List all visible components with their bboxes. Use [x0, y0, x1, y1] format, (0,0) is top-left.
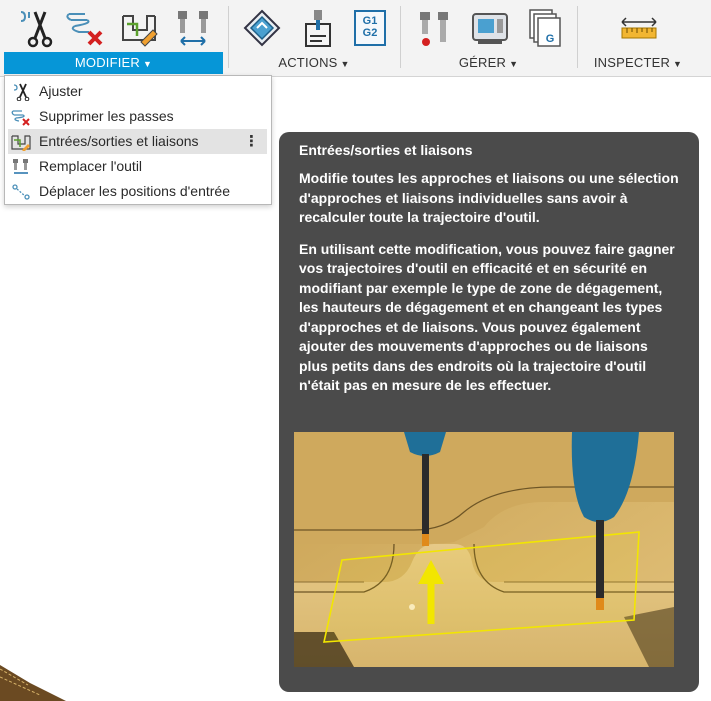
- caret-down-icon: ▼: [673, 59, 683, 69]
- tooltip-paragraph: Modifie toutes les approches et liaisons…: [299, 170, 679, 225]
- menu-item-replace-tool[interactable]: Remplacer l'outil: [8, 154, 267, 179]
- nc-program-button[interactable]: G1 G2: [349, 6, 391, 50]
- replace-tool-icon: [13, 159, 28, 174]
- ribbon-toolbar: MODIFIER ▼ G1 G2 ACTIONS ▼ G GÉRER ▼ INS…: [0, 0, 711, 77]
- modifier-dropdown[interactable]: MODIFIER ▼: [4, 52, 223, 74]
- nc-line-1: G1: [362, 15, 378, 27]
- edit-links-icon: [11, 135, 31, 151]
- delete-passes-icon: [11, 110, 30, 126]
- nc-program-text: G1 G2: [349, 15, 391, 39]
- menu-item-edit-links[interactable]: Entrées/sorties et liaisons ⋮: [8, 129, 267, 154]
- modifier-label: MODIFIER: [74, 55, 141, 70]
- caret-down-icon: ▼: [143, 59, 153, 69]
- menu-item-label: Ajuster: [39, 83, 83, 99]
- manage-dropdown[interactable]: GÉRER ▼: [401, 52, 576, 74]
- actions-label: ACTIONS: [278, 55, 338, 70]
- more-options-icon[interactable]: ⋮: [244, 129, 259, 154]
- post-process-button[interactable]: [241, 6, 283, 50]
- setup-sheet-button[interactable]: [297, 6, 339, 50]
- inspect-group: INSPECTER ▼: [578, 0, 698, 76]
- edit-links-icon: [122, 15, 158, 47]
- tooltip-panel: Entrées/sorties et liaisons Modifie tout…: [279, 132, 699, 692]
- measure-icon: [621, 17, 657, 39]
- replace-tool-button[interactable]: [172, 6, 214, 50]
- machine-library-icon: [472, 13, 508, 44]
- tooltip-illustration: [294, 432, 674, 667]
- replace-tool-icon: [178, 11, 208, 46]
- tooltip-title: Entrées/sorties et liaisons: [299, 142, 473, 158]
- menu-item-label: Supprimer les passes: [39, 108, 174, 124]
- tooltip-paragraph: En utilisant cette modification, vous po…: [299, 240, 675, 394]
- measure-button[interactable]: [618, 6, 660, 50]
- templates-text: G: [545, 33, 555, 45]
- templates-button[interactable]: G: [523, 6, 565, 50]
- setup-sheet-icon: [305, 10, 331, 47]
- trim-icon: [13, 83, 30, 101]
- caret-down-icon: ▼: [340, 59, 350, 69]
- menu-item-label: Entrées/sorties et liaisons: [39, 133, 199, 149]
- toolpath-illustration: [294, 432, 674, 667]
- nc-line-2: G2: [362, 27, 378, 39]
- manage-group: G GÉRER ▼: [401, 0, 576, 76]
- inspect-label: INSPECTER: [593, 55, 671, 70]
- tool-library-button[interactable]: [415, 6, 457, 50]
- machine-library-button[interactable]: [469, 6, 511, 50]
- trim-icon: [20, 11, 53, 48]
- menu-item-label: Déplacer les positions d'entrée: [39, 183, 231, 199]
- menu-item-delete-passes[interactable]: Supprimer les passes: [8, 104, 267, 129]
- trim-tool-button[interactable]: [14, 6, 56, 50]
- menu-item-move-entry[interactable]: Déplacer les positions d'entrée: [8, 179, 267, 204]
- delete-passes-icon: [66, 13, 103, 46]
- delete-passes-button[interactable]: [64, 6, 106, 50]
- caret-down-icon: ▼: [509, 59, 519, 69]
- manage-label: GÉRER: [458, 55, 507, 70]
- menu-item-label: Remplacer l'outil: [39, 158, 143, 174]
- edit-links-button[interactable]: [118, 6, 160, 50]
- modifier-group: MODIFIER ▼: [0, 0, 228, 76]
- menu-item-trim[interactable]: Ajuster: [8, 79, 267, 104]
- move-entry-icon: [12, 184, 30, 200]
- model-fragment: [0, 665, 66, 701]
- actions-group: G1 G2 ACTIONS ▼: [229, 0, 399, 76]
- actions-dropdown[interactable]: ACTIONS ▼: [229, 52, 399, 74]
- tool-library-icon: [420, 12, 448, 46]
- inspect-dropdown[interactable]: INSPECTER ▼: [578, 52, 698, 74]
- modifier-menu: Ajuster Supprimer les passes Entrées/sor…: [4, 75, 272, 205]
- post-process-icon: [243, 9, 281, 47]
